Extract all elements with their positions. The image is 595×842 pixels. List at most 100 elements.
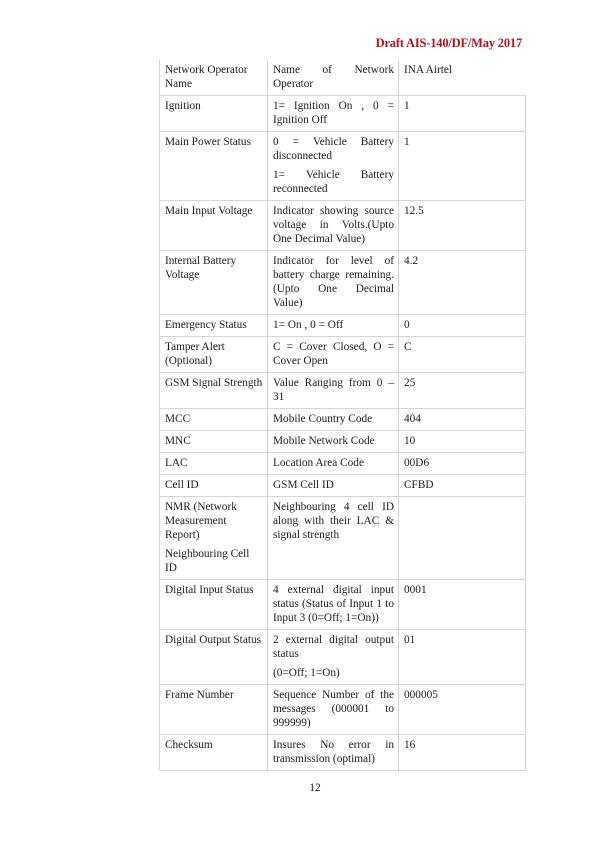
description-cell: 2 external digital output status (0=Off; … — [267, 629, 399, 685]
table-row: Tamper Alert (Optional) C = Cover Closed,… — [159, 336, 526, 373]
sample-value-cell: CFBD — [398, 474, 526, 497]
description-cell-text: 1= Vehicle Battery reconnected — [273, 169, 394, 195]
page-number: 12 — [309, 782, 321, 794]
table-row: Emergency Status 1= On , 0 = Off 0 — [159, 314, 526, 337]
table-row: NMR (Network Measurement Report) Neighbou… — [159, 496, 526, 580]
field-name-cell: MNC — [159, 430, 268, 453]
table-row: MCC Mobile Country Code 404 — [159, 408, 526, 431]
description-cell-text: Indicator showing source voltage in Volt… — [273, 205, 394, 245]
sample-value-cell: 1 — [398, 95, 526, 132]
sample-value-cell: 4.2 — [398, 250, 526, 315]
description-cell-text: Location Area Code — [273, 457, 364, 469]
table-row: Digital Output Status 2 external digital … — [159, 629, 526, 685]
field-name-cell-text: Main Input Voltage — [165, 205, 253, 217]
description-cell-text: GSM Cell ID — [273, 479, 334, 491]
description-cell: Location Area Code — [267, 452, 399, 475]
field-name-cell-text: GSM Signal Strength — [165, 377, 263, 389]
field-name-cell: Network Operator Name — [159, 60, 268, 96]
description-cell: GSM Cell ID — [267, 474, 399, 497]
field-name-cell-text: Emergency Status — [165, 319, 247, 331]
description-cell-text: Name of Network Operator — [273, 64, 394, 90]
description-cell: Neighbouring 4 cell ID along with their … — [267, 496, 399, 580]
field-name-cell-text: Digital Output Status — [165, 634, 262, 646]
field-name-cell: GSM Signal Strength — [159, 372, 268, 409]
table-row: Checksum Insures No error in transmission… — [159, 734, 526, 771]
description-cell-text: Indicator for level of battery charge re… — [273, 255, 394, 309]
sample-value-cell: 00D6 — [398, 452, 526, 475]
sample-value-cell: C — [398, 336, 526, 373]
description-cell: Value Ranging from 0 – 31 — [267, 372, 399, 409]
table-row: Main Power Status 0 = Vehicle Battery dis… — [159, 131, 526, 201]
sample-value-cell — [398, 496, 526, 580]
field-name-cell: Cell ID — [159, 474, 268, 497]
description-cell-text: Sequence Number of the messages (000001 … — [273, 689, 394, 729]
description-cell-text: Neighbouring 4 cell ID along with their … — [273, 501, 394, 541]
sample-value-cell: 0 — [398, 314, 526, 337]
field-name-cell: Tamper Alert (Optional) — [159, 336, 268, 373]
description-cell: 1= On , 0 = Off — [267, 314, 399, 337]
table-row: Digital Input Status 4 external digital i… — [159, 579, 526, 630]
field-name-cell-text: Ignition — [165, 100, 201, 112]
description-cell-text: 1= Ignition On , 0 = Ignition Off — [273, 100, 394, 126]
table-row: Cell ID GSM Cell ID CFBD — [159, 474, 526, 497]
field-name-cell: Main Power Status — [159, 131, 268, 201]
field-name-cell-text: Internal Battery Voltage — [165, 255, 237, 281]
table-row: Internal Battery Voltage Indicator for le… — [159, 250, 526, 315]
sample-value-cell: 404 — [398, 408, 526, 431]
field-name-cell: Checksum — [159, 734, 268, 771]
sample-value-cell: 01 — [398, 629, 526, 685]
sample-value-cell: 16 — [398, 734, 526, 771]
sample-value-cell: INA Airtel — [398, 60, 526, 96]
description-cell: 0 = Vehicle Battery disconnected 1= Vehic… — [267, 131, 399, 201]
field-name-cell-text: Digital Input Status — [165, 584, 254, 596]
description-cell-text: 2 external digital output status — [273, 634, 394, 660]
table-row: Network Operator Name Name of Network Ope… — [159, 60, 526, 96]
field-name-cell-text: Frame Number — [165, 689, 234, 701]
field-name-cell: MCC — [159, 408, 268, 431]
field-name-cell: Main Input Voltage — [159, 200, 268, 251]
field-name-cell: Ignition — [159, 95, 268, 132]
sample-value-cell: 0001 — [398, 579, 526, 630]
description-cell-text: 1= On , 0 = Off — [273, 319, 344, 331]
table-row: Main Input Voltage Indicator showing sour… — [159, 200, 526, 251]
description-cell: Insures No error in transmission (optima… — [267, 734, 399, 771]
description-cell-text: Mobile Network Code — [273, 435, 375, 447]
table-body: Network Operator Name Name of Network Ope… — [159, 60, 526, 771]
description-cell-text: (0=Off; 1=On) — [273, 667, 340, 679]
field-name-cell-text: Neighbouring Cell ID — [165, 548, 250, 574]
description-cell: Sequence Number of the messages (000001 … — [267, 684, 399, 735]
sample-value-cell: 12.5 — [398, 200, 526, 251]
field-name-cell-text: MCC — [165, 413, 191, 425]
field-name-cell: Digital Output Status — [159, 629, 268, 685]
table-row: LAC Location Area Code 00D6 — [159, 452, 526, 475]
field-name-cell-text: MNC — [165, 435, 191, 447]
description-cell: Mobile Network Code — [267, 430, 399, 453]
field-name-cell-text: Network Operator Name — [165, 64, 248, 90]
sample-value-cell: 000005 — [398, 684, 526, 735]
field-name-cell-text: NMR (Network Measurement Report) — [165, 501, 237, 541]
table-row: GSM Signal Strength Value Ranging from 0 … — [159, 372, 526, 409]
description-cell: C = Cover Closed, O = Cover Open — [267, 336, 399, 373]
field-name-cell-text: Tamper Alert (Optional) — [165, 341, 225, 367]
sample-value-cell: 10 — [398, 430, 526, 453]
description-cell: Indicator showing source voltage in Volt… — [267, 200, 399, 251]
field-name-cell: Frame Number — [159, 684, 268, 735]
field-name-cell-text: LAC — [165, 457, 188, 469]
data-fields-table: Network Operator Name Name of Network Ope… — [159, 60, 526, 771]
description-cell-text: Insures No error in transmission (optima… — [273, 739, 394, 765]
description-cell-text: 4 external digital input status (Status … — [273, 584, 394, 624]
description-cell: 4 external digital input status (Status … — [267, 579, 399, 630]
field-name-cell: LAC — [159, 452, 268, 475]
document-reference-header: Draft AIS-140/DF/May 2017 — [375, 36, 523, 50]
field-name-cell-text: Checksum — [165, 739, 213, 751]
sample-value-cell: 25 — [398, 372, 526, 409]
field-name-cell: Digital Input Status — [159, 579, 268, 630]
description-cell: Name of Network Operator — [267, 60, 399, 96]
table-row: Frame Number Sequence Number of the messa… — [159, 684, 526, 735]
description-cell-text: C = Cover Closed, O = Cover Open — [273, 341, 394, 367]
description-cell: Mobile Country Code — [267, 408, 399, 431]
sample-value-cell: 1 — [398, 131, 526, 201]
field-name-cell: NMR (Network Measurement Report) Neighbou… — [159, 496, 268, 580]
description-cell: 1= Ignition On , 0 = Ignition Off — [267, 95, 399, 132]
field-name-cell-text: Main Power Status — [165, 136, 251, 148]
